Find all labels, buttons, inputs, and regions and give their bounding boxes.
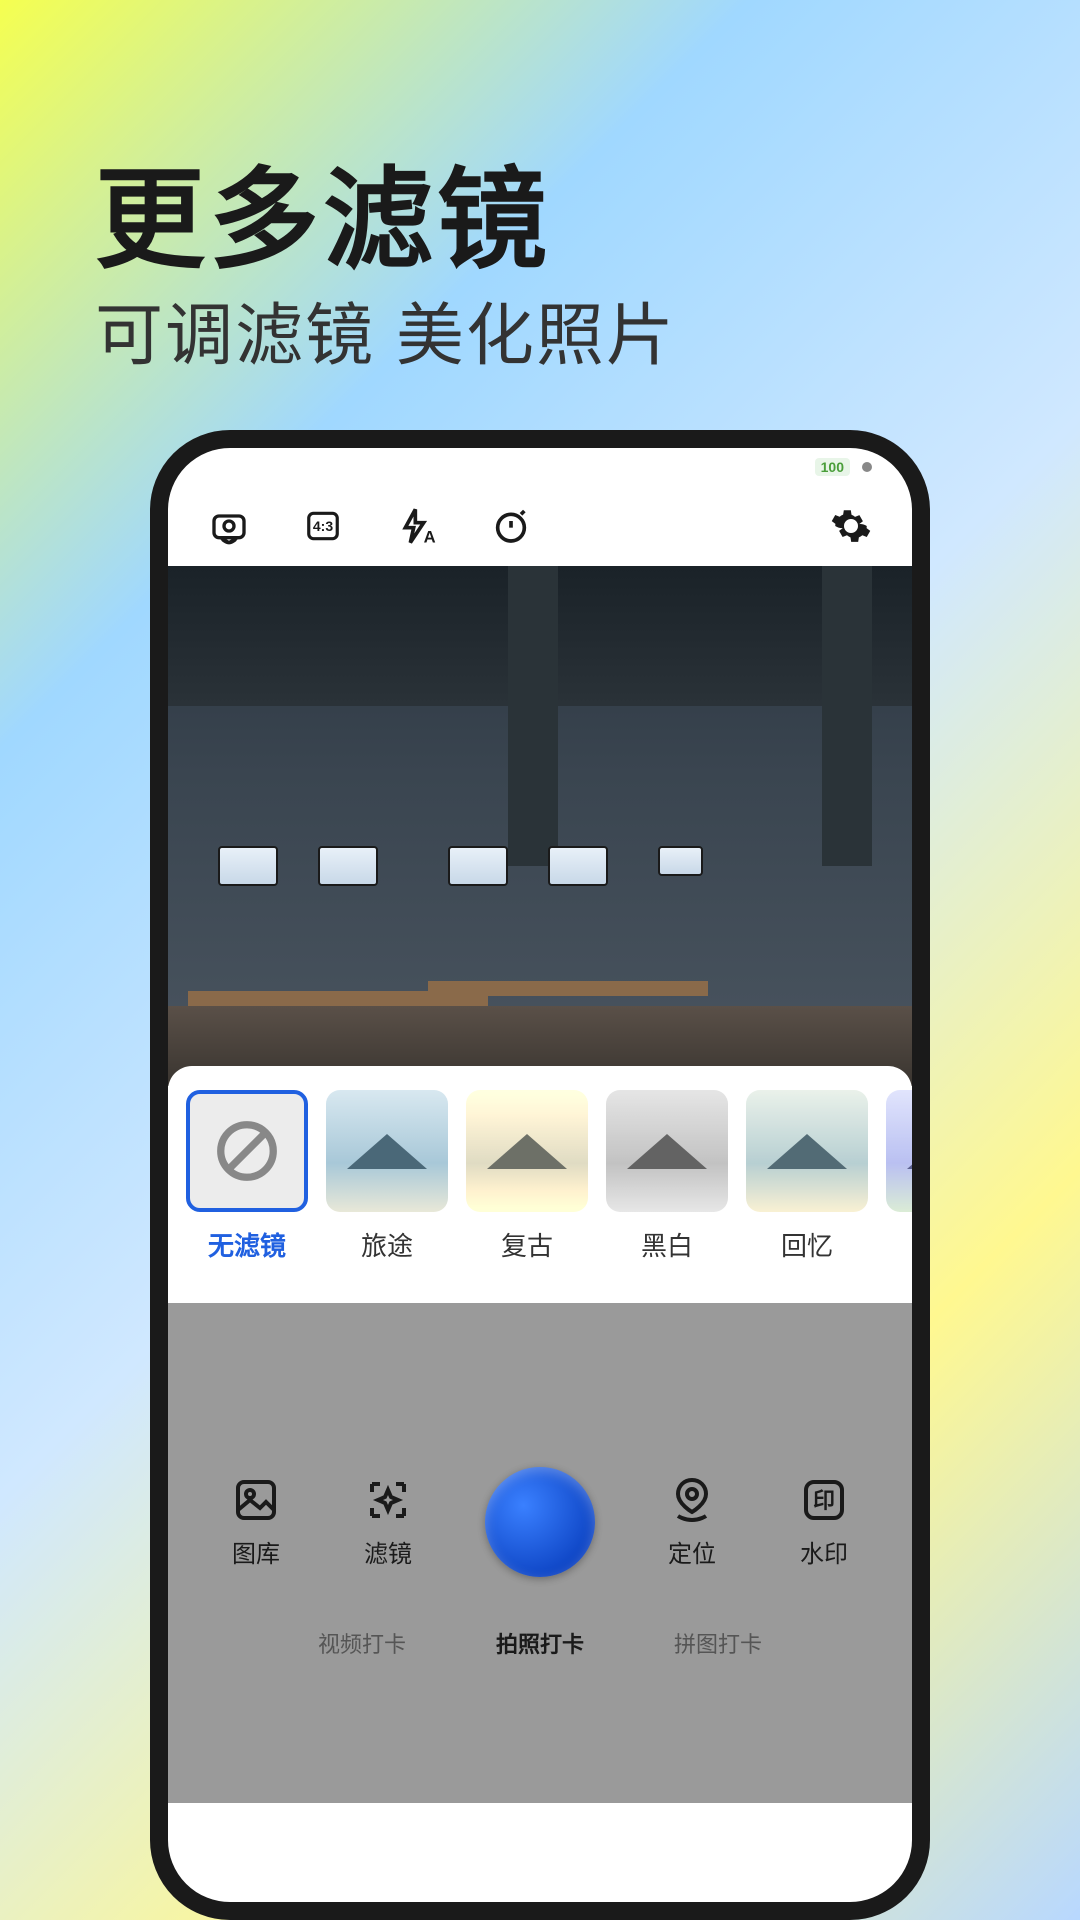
filter-thumb-none: [186, 1090, 308, 1212]
timer-icon[interactable]: [490, 505, 532, 547]
no-filter-icon: [212, 1116, 282, 1186]
filter-item-memory[interactable]: 回忆: [746, 1090, 868, 1263]
promo-subtitle: 可调滤镜 美化照片: [95, 280, 676, 379]
filter-label: 旅途: [361, 1226, 413, 1263]
filter-icon: [364, 1476, 412, 1524]
mode-tab-video[interactable]: 视频打卡: [318, 1627, 406, 1659]
location-icon: [668, 1476, 716, 1524]
watermark-icon: 印: [800, 1476, 848, 1524]
shutter-button[interactable]: [485, 1467, 595, 1577]
mode-tab-photo[interactable]: 拍照打卡: [496, 1627, 584, 1659]
promo-title: 更多滤镜: [95, 130, 551, 290]
bottom-control-area: 图库 滤镜 定位 印: [168, 1303, 912, 1803]
filter-thumb: [746, 1090, 868, 1212]
status-bar: 100: [168, 448, 912, 486]
filter-thumb: [606, 1090, 728, 1212]
aspect-ratio-label: 4:3: [313, 518, 333, 534]
filter-thumb: [466, 1090, 588, 1212]
camera-toolbar: 4:3 A: [168, 486, 912, 566]
watermark-button[interactable]: 印 水印: [789, 1476, 859, 1569]
filter-item-n19[interactable]: N19: [886, 1090, 912, 1263]
filter-button[interactable]: 滤镜: [353, 1476, 423, 1569]
aspect-ratio-button[interactable]: 4:3: [302, 505, 344, 547]
gallery-icon: [232, 1476, 280, 1524]
action-label: 水印: [800, 1534, 848, 1569]
mode-tab-collage[interactable]: 拼图打卡: [674, 1627, 762, 1659]
filter-panel: 无滤镜 旅途 复古 黑白 回忆 N19: [168, 1066, 912, 1303]
filter-label: 无滤镜: [208, 1226, 286, 1263]
camera-viewfinder[interactable]: [168, 566, 912, 1086]
filter-label: 复古: [501, 1226, 553, 1263]
filter-thumb: [326, 1090, 448, 1212]
battery-indicator: 100: [815, 458, 850, 476]
gallery-button[interactable]: 图库: [221, 1476, 291, 1569]
status-dot: [862, 462, 872, 472]
filter-thumb: [886, 1090, 912, 1212]
action-label: 滤镜: [364, 1534, 412, 1569]
phone-frame: 100 4:3 A: [150, 430, 930, 1920]
filter-item-bw[interactable]: 黑白: [606, 1090, 728, 1263]
svg-text:A: A: [424, 528, 436, 546]
settings-icon[interactable]: [830, 505, 872, 547]
filter-item-retro[interactable]: 复古: [466, 1090, 588, 1263]
switch-camera-icon[interactable]: [208, 505, 250, 547]
location-button[interactable]: 定位: [657, 1476, 727, 1569]
flash-auto-icon[interactable]: A: [396, 505, 438, 547]
filter-item-journey[interactable]: 旅途: [326, 1090, 448, 1263]
filter-strip[interactable]: 无滤镜 旅途 复古 黑白 回忆 N19: [186, 1090, 912, 1263]
action-label: 图库: [232, 1534, 280, 1569]
filter-label: 回忆: [781, 1226, 833, 1263]
filter-label: 黑白: [641, 1226, 693, 1263]
filter-item-none[interactable]: 无滤镜: [186, 1090, 308, 1263]
svg-text:印: 印: [813, 1488, 835, 1513]
mode-tabs: 视频打卡 拍照打卡 拼图打卡: [318, 1627, 762, 1659]
action-label: 定位: [668, 1534, 716, 1569]
bottom-actions: 图库 滤镜 定位 印: [221, 1467, 859, 1577]
